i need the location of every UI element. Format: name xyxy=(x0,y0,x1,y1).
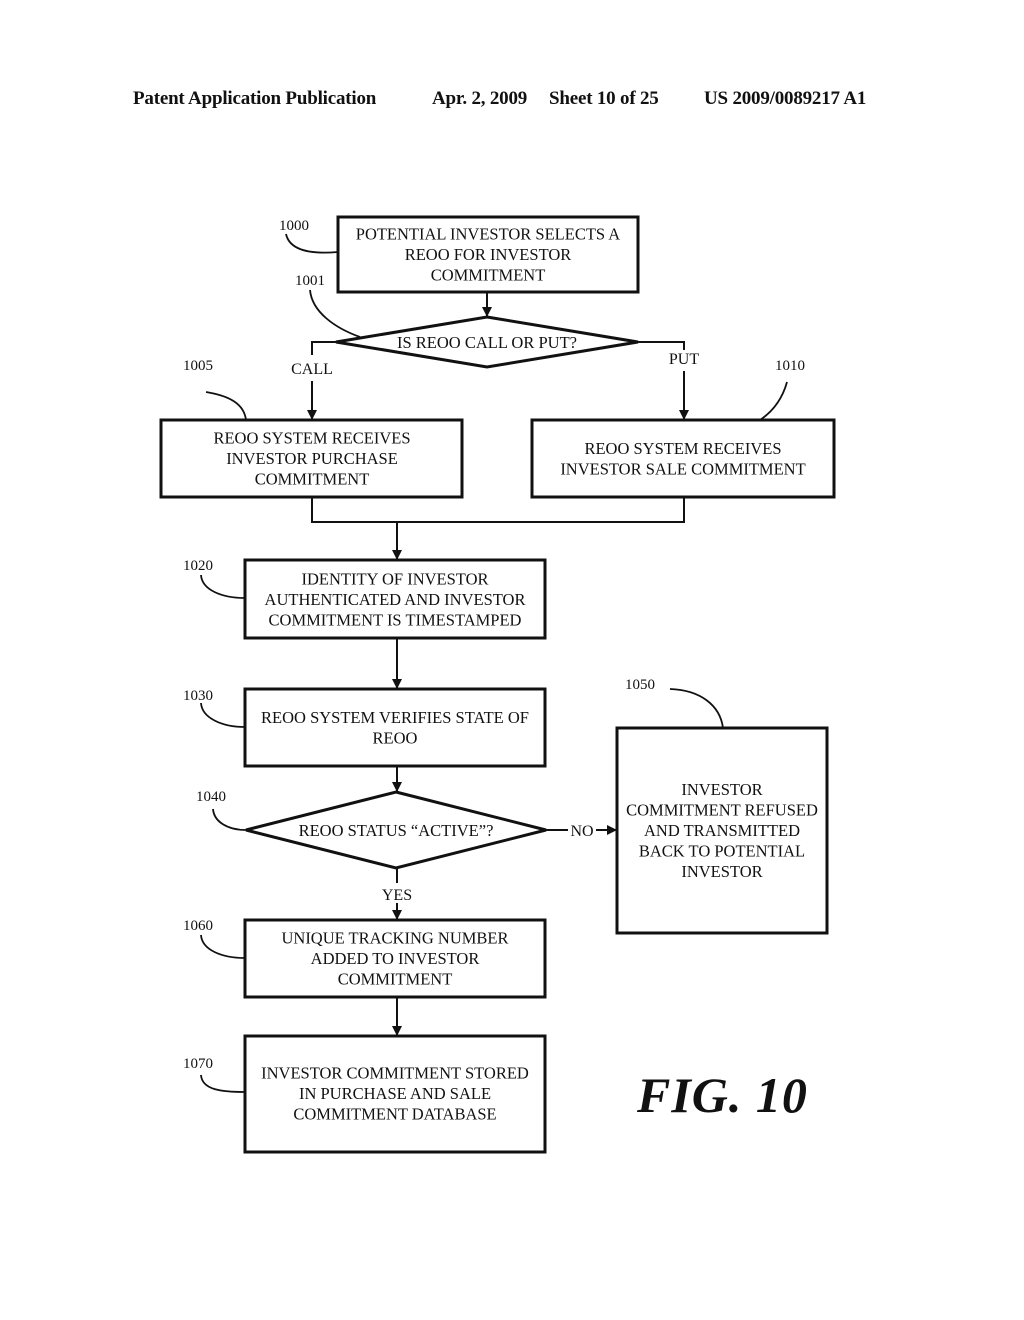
leader-1060 xyxy=(200,934,246,959)
ref-1070: 1070 xyxy=(183,1056,213,1072)
leader-1040 xyxy=(212,808,247,831)
node-text-line: REOO SYSTEM VERIFIES STATE OF xyxy=(261,708,529,727)
node-text-line: REOO SYSTEM RECEIVES xyxy=(584,439,781,458)
node-text-line: ADDED TO INVESTOR xyxy=(311,949,480,968)
node-text-1050: INVESTOR COMMITMENT REFUSED AND TRANSMITTE… xyxy=(626,780,818,881)
ref-1010: 1010 xyxy=(775,358,805,374)
node-text-line: IS REOO CALL OR PUT? xyxy=(397,333,577,352)
node-text-1000: POTENTIAL INVESTOR SELECTS A REOO FOR INV… xyxy=(356,225,621,285)
leader-1070 xyxy=(200,1074,246,1093)
node-text-line: INVESTOR PURCHASE xyxy=(226,449,398,468)
node-text-line: REOO xyxy=(373,728,418,747)
ref-1050: 1050 xyxy=(625,677,655,693)
node-text-line: INVESTOR COMMITMENT STORED xyxy=(261,1064,529,1083)
figure-label: FIG. 10 xyxy=(637,1067,808,1123)
node-text-line: AND TRANSMITTED xyxy=(644,821,800,840)
ref-1000: 1000 xyxy=(279,218,309,234)
ref-1060: 1060 xyxy=(183,918,213,934)
node-text-line: COMMITMENT DATABASE xyxy=(293,1105,496,1124)
node-text-line: AUTHENTICATED AND INVESTOR xyxy=(265,590,526,609)
node-text-1001: IS REOO CALL OR PUT? xyxy=(397,333,577,352)
node-text-1070: INVESTOR COMMITMENT STORED IN PURCHASE AN… xyxy=(261,1064,529,1124)
node-text-line: INVESTOR xyxy=(681,780,762,799)
leader-1020 xyxy=(200,574,246,599)
node-text-1020: IDENTITY OF INVESTOR AUTHENTICATED AND IN… xyxy=(265,570,526,630)
node-text-line: REOO FOR INVESTOR xyxy=(405,245,572,264)
node-text-1060: UNIQUE TRACKING NUMBER ADDED TO INVESTOR C… xyxy=(281,929,508,989)
ref-1001: 1001 xyxy=(295,273,325,289)
edge-label-call: CALL xyxy=(291,361,333,378)
node-text-1010: REOO SYSTEM RECEIVES INVESTOR SALE COMMIT… xyxy=(560,439,805,479)
edge-label-put: PUT xyxy=(669,351,699,368)
leader-1050 xyxy=(669,688,724,729)
edge-label-yes: YES xyxy=(382,887,412,904)
edge-merge xyxy=(311,497,685,523)
ref-1005: 1005 xyxy=(183,358,213,374)
node-text-1030: REOO SYSTEM VERIFIES STATE OF REOO xyxy=(261,708,529,748)
node-text-line: IN PURCHASE AND SALE xyxy=(299,1084,491,1103)
edge-call-branch-top xyxy=(311,341,336,355)
ref-1030: 1030 xyxy=(183,688,213,704)
leader-1010 xyxy=(759,381,788,421)
node-text-line: INVESTOR SALE COMMITMENT xyxy=(560,459,805,478)
node-text-line: COMMITMENT xyxy=(431,266,546,285)
node-text-line: INVESTOR xyxy=(681,862,762,881)
node-text-line: COMMITMENT REFUSED xyxy=(626,801,818,820)
node-text-line: UNIQUE TRACKING NUMBER xyxy=(281,929,508,948)
node-text-line: BACK TO POTENTIAL xyxy=(639,842,805,861)
node-text-line: COMMITMENT xyxy=(255,470,370,489)
edge-put-branch-top xyxy=(638,341,685,350)
node-text-line: IDENTITY OF INVESTOR xyxy=(302,570,489,589)
leader-1030 xyxy=(200,702,246,728)
flowchart: POTENTIAL INVESTOR SELECTS A REOO FOR INV… xyxy=(159,215,836,1154)
node-text-line: REOO SYSTEM RECEIVES xyxy=(213,429,410,448)
ref-1040: 1040 xyxy=(196,789,226,805)
node-text-line: COMMITMENT xyxy=(338,970,453,989)
node-text-line: POTENTIAL INVESTOR SELECTS A xyxy=(356,225,621,244)
leader-1005 xyxy=(205,391,247,421)
node-text-line: REOO STATUS “ACTIVE”? xyxy=(299,821,494,840)
ref-1020: 1020 xyxy=(183,558,213,574)
edge-label-no: NO xyxy=(570,823,593,840)
node-text-1040: REOO STATUS “ACTIVE”? xyxy=(299,821,494,840)
leader-1000 xyxy=(285,233,339,254)
node-text-line: COMMITMENT IS TIMESTAMPED xyxy=(269,611,522,630)
node-text-1005: REOO SYSTEM RECEIVES INVESTOR PURCHASE COM… xyxy=(213,429,410,489)
leader-1001 xyxy=(309,289,361,338)
